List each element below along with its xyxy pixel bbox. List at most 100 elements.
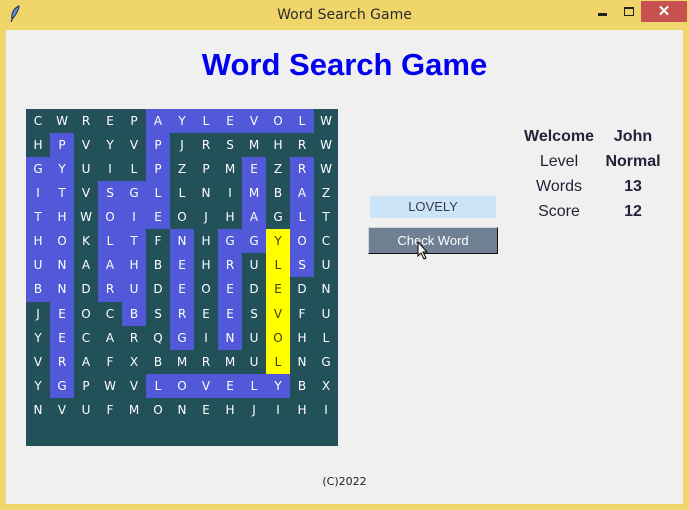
- grid-cell[interactable]: E: [50, 325, 74, 350]
- grid-cell[interactable]: W: [314, 157, 338, 181]
- grid-cell[interactable]: O: [266, 109, 290, 134]
- grid-cell[interactable]: B: [146, 253, 170, 277]
- grid-cell[interactable]: E: [218, 373, 242, 398]
- grid-cell[interactable]: J: [242, 398, 266, 422]
- grid-cell[interactable]: V: [122, 133, 146, 157]
- grid-cell[interactable]: N: [50, 277, 74, 302]
- grid-cell[interactable]: E: [218, 277, 242, 302]
- grid-cell[interactable]: I: [122, 205, 146, 230]
- grid-cell[interactable]: U: [242, 326, 266, 350]
- grid-cell[interactable]: E: [170, 277, 194, 302]
- grid-cell[interactable]: R: [98, 277, 122, 302]
- grid-cell[interactable]: J: [26, 302, 50, 326]
- grid-cell[interactable]: B: [122, 301, 146, 326]
- grid-cell[interactable]: M: [218, 350, 242, 374]
- grid-cell[interactable]: B: [266, 181, 290, 205]
- grid-cell[interactable]: Y: [50, 157, 74, 182]
- grid-cell[interactable]: H: [50, 205, 74, 230]
- grid-cell[interactable]: I: [266, 398, 290, 422]
- grid-cell[interactable]: Y: [266, 373, 290, 398]
- grid-cell[interactable]: L: [98, 229, 122, 254]
- grid-cell[interactable]: G: [122, 181, 146, 206]
- grid-cell[interactable]: L: [290, 109, 314, 134]
- grid-cell[interactable]: I: [218, 181, 242, 205]
- grid-cell[interactable]: Z: [170, 157, 194, 181]
- grid-cell[interactable]: M: [218, 157, 242, 181]
- grid-cell[interactable]: W: [314, 109, 338, 133]
- grid-cell[interactable]: F: [98, 350, 122, 374]
- grid-cell[interactable]: O: [170, 205, 194, 229]
- grid-cell[interactable]: B: [290, 374, 314, 398]
- grid-cell[interactable]: G: [218, 229, 242, 254]
- grid-cell[interactable]: Y: [266, 229, 290, 254]
- check-word-button[interactable]: Check Word: [368, 227, 498, 254]
- selected-word-field[interactable]: [370, 196, 496, 218]
- grid-cell[interactable]: L: [170, 181, 194, 205]
- grid-cell[interactable]: U: [74, 398, 98, 422]
- grid-cell[interactable]: N: [290, 350, 314, 374]
- grid-cell[interactable]: M: [242, 133, 266, 157]
- grid-cell[interactable]: U: [242, 253, 266, 277]
- grid-cell[interactable]: U: [314, 302, 338, 326]
- grid-cell[interactable]: E: [218, 301, 242, 326]
- grid-cell[interactable]: G: [266, 205, 290, 229]
- grid-cell[interactable]: M: [122, 398, 146, 422]
- grid-cell[interactable]: U: [122, 277, 146, 302]
- grid-cell[interactable]: W: [74, 205, 98, 229]
- grid-cell[interactable]: R: [290, 133, 314, 157]
- grid-cell[interactable]: F: [98, 398, 122, 422]
- grid-cell[interactable]: H: [194, 253, 218, 277]
- grid-cell[interactable]: D: [146, 277, 170, 301]
- grid-cell[interactable]: E: [194, 302, 218, 326]
- grid-cell[interactable]: H: [218, 398, 242, 422]
- grid-cell[interactable]: I: [26, 181, 50, 206]
- grid-cell[interactable]: Z: [266, 157, 290, 181]
- grid-cell[interactable]: O: [194, 277, 218, 301]
- grid-cell[interactable]: Y: [98, 133, 122, 157]
- grid-cell[interactable]: Y: [170, 109, 194, 134]
- grid-cell[interactable]: N: [26, 398, 50, 422]
- grid-cell[interactable]: L: [146, 181, 170, 206]
- grid-cell[interactable]: G: [50, 373, 74, 398]
- minimize-button[interactable]: [591, 1, 615, 22]
- grid-cell[interactable]: L: [194, 109, 218, 134]
- grid-cell[interactable]: C: [98, 302, 122, 326]
- grid-cell[interactable]: V: [74, 133, 98, 157]
- grid-cell[interactable]: F: [290, 302, 314, 326]
- grid-cell[interactable]: G: [314, 350, 338, 374]
- grid-cell[interactable]: O: [290, 229, 314, 254]
- grid-cell[interactable]: I: [194, 326, 218, 350]
- grid-cell[interactable]: N: [50, 253, 74, 278]
- grid-cell[interactable]: Q: [146, 326, 170, 350]
- grid-cell[interactable]: W: [98, 374, 122, 398]
- grid-cell[interactable]: R: [194, 133, 218, 157]
- grid-cell[interactable]: E: [242, 157, 266, 182]
- grid-cell[interactable]: P: [146, 133, 170, 158]
- grid-cell[interactable]: U: [74, 157, 98, 181]
- grid-cell[interactable]: U: [314, 253, 338, 277]
- grid-cell[interactable]: R: [50, 349, 74, 374]
- grid-cell[interactable]: I: [98, 157, 122, 181]
- grid-cell[interactable]: L: [266, 349, 290, 374]
- grid-cell[interactable]: C: [314, 229, 338, 253]
- grid-cell[interactable]: E: [194, 398, 218, 422]
- grid-cell[interactable]: S: [218, 133, 242, 157]
- grid-cell[interactable]: R: [74, 109, 98, 133]
- grid-cell[interactable]: Z: [314, 181, 338, 205]
- grid-cell[interactable]: Y: [26, 326, 50, 350]
- grid-cell[interactable]: G: [170, 325, 194, 350]
- grid-cell[interactable]: C: [26, 109, 50, 133]
- grid-cell[interactable]: E: [170, 253, 194, 278]
- grid-cell[interactable]: A: [74, 350, 98, 374]
- grid-cell[interactable]: R: [218, 253, 242, 278]
- grid-cell[interactable]: A: [98, 253, 122, 278]
- grid-cell[interactable]: L: [290, 205, 314, 230]
- grid-cell[interactable]: O: [74, 302, 98, 326]
- grid-cell[interactable]: T: [50, 181, 74, 206]
- grid-cell[interactable]: N: [170, 229, 194, 254]
- grid-cell[interactable]: T: [122, 229, 146, 254]
- grid-cell[interactable]: A: [242, 205, 266, 230]
- grid-cell[interactable]: H: [290, 398, 314, 422]
- grid-cell[interactable]: H: [194, 229, 218, 253]
- grid-cell[interactable]: P: [122, 109, 146, 133]
